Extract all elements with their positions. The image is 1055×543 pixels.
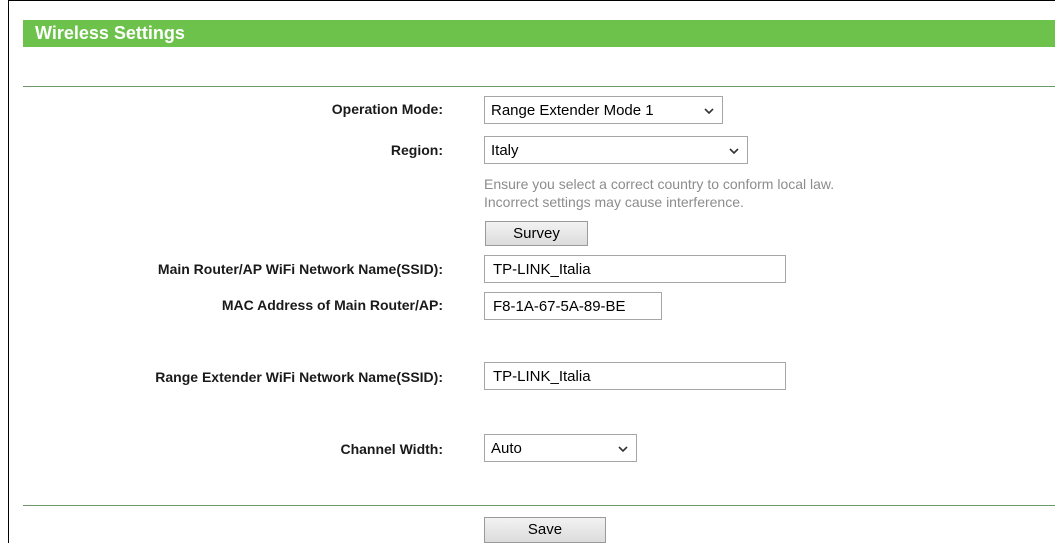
operation-mode-value: Range Extender Mode 1 bbox=[491, 102, 654, 119]
chevron-down-icon bbox=[618, 446, 628, 453]
extender-ssid-value: TP-LINK_Italia bbox=[493, 368, 591, 385]
chevron-down-icon bbox=[704, 108, 714, 115]
main-ssid-value: TP-LINK_Italia bbox=[493, 261, 591, 278]
section-title-bar: Wireless Settings bbox=[23, 20, 1055, 47]
region-note-line2: Incorrect settings may cause interferenc… bbox=[484, 194, 744, 210]
main-mac-input[interactable]: F8-1A-67-5A-89-BE bbox=[484, 292, 662, 320]
save-button[interactable]: Save bbox=[484, 517, 606, 543]
main-mac-value: F8-1A-67-5A-89-BE bbox=[493, 298, 626, 315]
survey-button[interactable]: Survey bbox=[485, 221, 588, 246]
extender-ssid-input[interactable]: TP-LINK_Italia bbox=[484, 362, 786, 390]
divider-top bbox=[23, 86, 1055, 87]
region-value: Italy bbox=[491, 142, 519, 159]
main-mac-label: MAC Address of Main Router/AP: bbox=[221, 297, 443, 313]
channel-width-label: Channel Width: bbox=[340, 441, 443, 457]
main-ssid-label: Main Router/AP WiFi Network Name(SSID): bbox=[157, 261, 443, 277]
page-title: Wireless Settings bbox=[35, 23, 185, 43]
region-note-line1: Ensure you select a correct country to c… bbox=[484, 176, 835, 192]
region-label: Region: bbox=[390, 142, 443, 158]
channel-width-value: Auto bbox=[491, 440, 522, 457]
region-select[interactable]: Italy bbox=[484, 136, 748, 164]
operation-mode-select[interactable]: Range Extender Mode 1 bbox=[484, 96, 723, 124]
divider-bottom bbox=[23, 505, 1055, 506]
operation-mode-label: Operation Mode: bbox=[331, 101, 443, 117]
chevron-down-icon bbox=[729, 148, 739, 155]
extender-ssid-label: Range Extender WiFi Network Name(SSID): bbox=[155, 369, 443, 385]
main-ssid-input[interactable]: TP-LINK_Italia bbox=[484, 255, 786, 283]
channel-width-select[interactable]: Auto bbox=[484, 434, 637, 462]
